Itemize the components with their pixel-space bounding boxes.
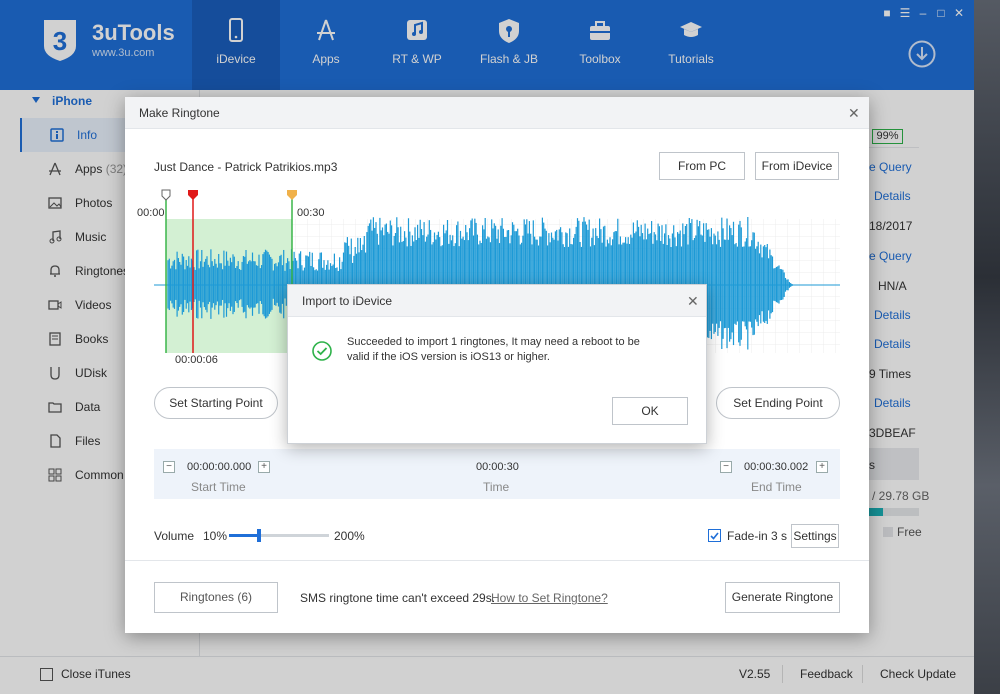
check-icon [710,532,719,540]
settings-button[interactable]: Settings [791,524,839,548]
ringtone-file-name: Just Dance - Patrick Patrikios.mp3 [154,160,338,174]
time-range-panel: − 00:00:00.000 + Start Time 00:00:30 Tim… [154,449,840,499]
volume-label: Volume [154,529,195,543]
fade-in-checkbox[interactable] [708,529,721,542]
import-to-idevice-dialog: Import to iDevice ✕ Succeeded to import … [287,284,707,444]
popup-titlebar: Import to iDevice ✕ [288,285,706,317]
dialog-title: Make Ringtone [139,106,220,120]
set-ending-point-button[interactable]: Set Ending Point [716,387,840,419]
end-time-value[interactable]: 00:00:30.002 [744,461,808,473]
generate-ringtone-button[interactable]: Generate Ringtone [725,582,840,613]
end-time-decrement[interactable]: − [720,461,732,473]
time-label-30s: 00:30 [297,207,325,219]
playhead-handle [188,190,198,200]
start-time-decrement[interactable]: − [163,461,175,473]
success-check-icon [312,341,332,361]
close-icon[interactable]: ✕ [848,106,860,120]
playhead-time: 00:00:06 [175,354,218,366]
divider [125,560,869,561]
ok-button[interactable]: OK [612,397,688,425]
desktop-background [974,0,1000,694]
ringtones-list-button[interactable]: Ringtones (6) [154,582,278,613]
start-time-label: Start Time [191,480,246,494]
sms-limit-note: SMS ringtone time can't exceed 29s. [300,591,496,605]
how-to-set-ringtone-link[interactable]: How to Set Ringtone? [491,591,608,605]
volume-max-label: 200% [334,529,365,543]
end-marker-handle [287,190,297,200]
duration-value: 00:00:30 [476,461,519,473]
volume-slider-thumb[interactable] [257,529,261,542]
end-time-increment[interactable]: + [816,461,828,473]
from-pc-button[interactable]: From PC [659,152,745,180]
from-idevice-button[interactable]: From iDevice [755,152,839,180]
volume-slider[interactable] [229,529,329,542]
start-time-value[interactable]: 00:00:00.000 [187,461,251,473]
duration-label: Time [483,480,510,494]
end-time-label: End Time [751,480,802,494]
import-message-line2: valid if the iOS version is iOS13 or hig… [347,351,550,363]
time-label-start: 00:00 [137,207,165,219]
volume-slider-fill [229,534,259,537]
dialog-titlebar: Make Ringtone ✕ [125,97,869,129]
close-icon[interactable]: ✕ [687,294,699,308]
start-marker-handle [161,189,171,201]
volume-min-label: 10% [203,529,228,543]
start-time-increment[interactable]: + [258,461,270,473]
popup-title: Import to iDevice [302,294,393,308]
import-message-line1: Succeeded to import 1 ringtones, It may … [347,336,640,348]
set-starting-point-button[interactable]: Set Starting Point [154,387,278,419]
fade-in-label: Fade-in 3 s [727,529,788,543]
